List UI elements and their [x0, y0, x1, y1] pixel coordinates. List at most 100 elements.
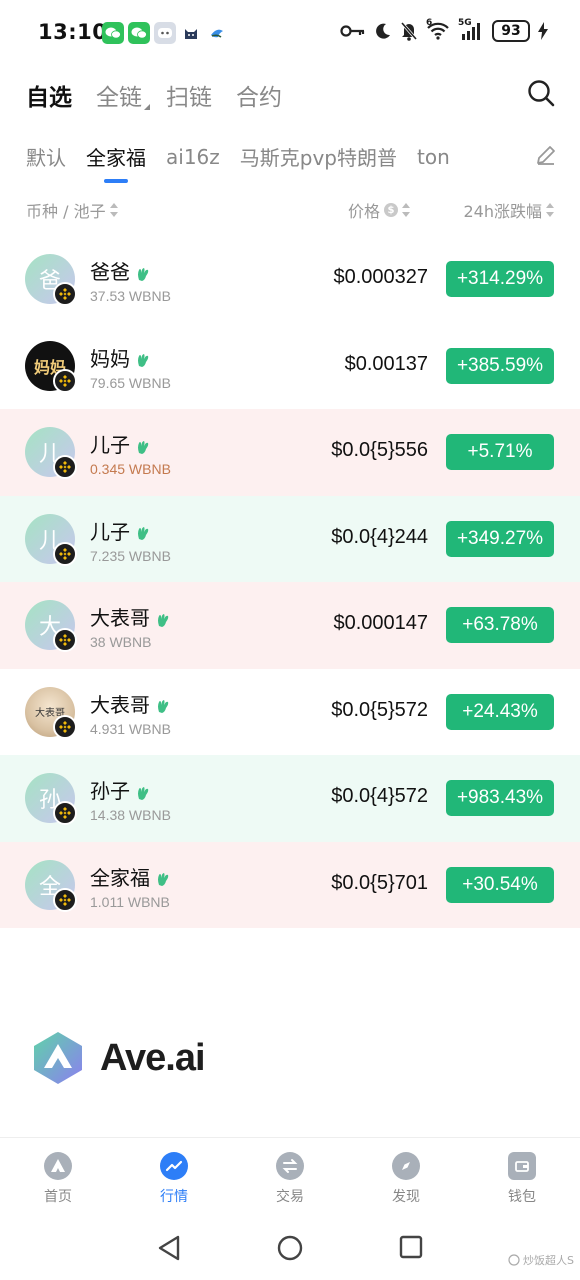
pool-liquidity: 4.931 WBNB [90, 720, 171, 737]
token-row[interactable]: 妈妈 妈妈 79.65 WBNB $0.00137 +385.59% [0, 323, 580, 410]
battery-indicator: 93 [492, 20, 530, 42]
token-name-group: 妈妈 [90, 343, 150, 372]
back-triangle-icon[interactable] [156, 1234, 182, 1266]
change-badge[interactable]: +349.27% [446, 520, 554, 557]
token-name: 全家福 [90, 865, 150, 890]
hand-leaf-icon [156, 695, 170, 713]
change-badge[interactable]: +63.78% [446, 607, 554, 643]
ave-logo-mark-icon [34, 1032, 82, 1084]
token-name: 大表哥 [90, 692, 150, 717]
nav-discover[interactable]: 发现 [348, 1138, 464, 1219]
wechat-icon [102, 22, 124, 44]
watermark-icon [508, 1254, 520, 1266]
pool-liquidity: 38 WBNB [90, 634, 152, 650]
currency-dollar-icon[interactable]: $ [384, 203, 399, 217]
token-name-group: 孙子 [90, 775, 150, 804]
tab-contracts[interactable]: 合约 [236, 78, 282, 112]
hand-leaf-icon [156, 609, 170, 627]
token-name-group: 儿子 [90, 516, 150, 545]
token-price: $0.0{5}556 [331, 439, 428, 461]
subtab-ai16z[interactable]: ai16z [166, 145, 220, 169]
hand-leaf-icon [136, 522, 150, 540]
tab-watchlist[interactable]: 自选 [26, 78, 72, 112]
token-name-group: 全家福 [90, 862, 170, 891]
main-tabs: 自选 全链 扫链 合约 [26, 78, 282, 112]
bnb-chain-icon [53, 282, 77, 306]
token-column-label: 币种 / 池子 [26, 202, 106, 221]
token-row[interactable]: 全全家福 1.011 WBNB $0.0{5}701 +30.54% [0, 841, 580, 928]
token-price: $0.000327 [333, 266, 428, 288]
compass-icon [392, 1152, 420, 1180]
wifi-icon: 6 [426, 18, 450, 40]
change-column-label: 24h涨跌幅 [463, 202, 542, 221]
system-navigation: 炒饭超人S [0, 1220, 580, 1280]
nav-market[interactable]: 行情 [116, 1138, 232, 1219]
network-type: 5G [458, 18, 472, 28]
token-row[interactable]: 爸爸爸 37.53 WBNB $0.000327 +314.29% [0, 236, 580, 323]
logo-text: Ave.ai [100, 1036, 206, 1079]
swap-icon [276, 1152, 304, 1180]
pool-liquidity: 7.235 WBNB [90, 547, 171, 564]
nav-discover-label: 发现 [392, 1189, 420, 1205]
column-header: 币种 / 池子 价格 $ 24h涨跌幅 [26, 198, 554, 224]
token-row[interactable]: 孙孙子 14.38 WBNB $0.0{4}572 +983.43% [0, 755, 580, 842]
tab-all-chains[interactable]: 全链 [96, 78, 150, 112]
token-row[interactable]: 大大表哥 38 WBNB $0.000147 +63.78% [0, 582, 580, 669]
token-name-group: 大表哥 [90, 602, 170, 631]
recents-square-icon[interactable] [398, 1234, 424, 1264]
token-row[interactable]: 大表哥 大表哥 4.931 WBNB $0.0{5}572 +24.43% [0, 669, 580, 756]
hand-leaf-icon [136, 436, 150, 454]
home-circle-icon[interactable] [276, 1234, 304, 1266]
bnb-chain-icon [53, 368, 77, 393]
pool-liquidity: 1.011 WBNB [90, 893, 170, 910]
subtab-default[interactable]: 默认 [26, 142, 66, 171]
token-name: 妈妈 [90, 346, 130, 371]
wifi-badge: 6 [426, 18, 433, 28]
nav-home[interactable]: 首页 [0, 1138, 116, 1219]
change-badge[interactable]: +5.71% [446, 434, 554, 470]
search-icon[interactable] [526, 78, 556, 108]
ave-logo: Ave.ai [30, 1030, 206, 1086]
nav-trade[interactable]: 交易 [232, 1138, 348, 1219]
key-icon [340, 24, 366, 38]
sort-icon [402, 203, 411, 217]
change-badge[interactable]: +24.43% [446, 693, 554, 730]
token-name: 儿子 [90, 433, 130, 457]
change-badge[interactable]: +30.54% [446, 866, 554, 903]
hand-leaf-icon [136, 349, 150, 367]
nav-wallet[interactable]: 钱包 [464, 1138, 580, 1219]
subtab-family[interactable]: 全家福 [86, 142, 146, 183]
token-row[interactable]: 儿儿子 7.235 WBNB $0.0{4}244 +349.27% [0, 495, 580, 582]
sort-change-header[interactable]: 24h涨跌幅 [463, 198, 554, 222]
bnb-chain-icon [53, 455, 77, 479]
token-price: $0.0{5}701 [331, 871, 428, 894]
token-price: $0.0{5}572 [331, 698, 428, 721]
token-list: 爸爸爸 37.53 WBNB $0.000327 +314.29% 妈妈 妈妈 79.65 … [0, 236, 580, 928]
tab-scan-chain[interactable]: 扫链 [166, 78, 212, 112]
bnb-chain-icon [53, 541, 77, 566]
sort-icon [109, 203, 118, 217]
change-badge[interactable]: +385.59% [446, 347, 554, 384]
subtab-musk-pvp-trump[interactable]: 马斯克pvp特朗普 [240, 142, 397, 171]
nav-wallet-label: 钱包 [508, 1189, 536, 1205]
sort-token-header[interactable]: 币种 / 池子 [26, 198, 118, 222]
pool-liquidity: 79.65 WBNB [90, 374, 171, 391]
pool-liquidity: 0.345 WBNB [90, 461, 171, 477]
bnb-chain-icon [53, 628, 77, 652]
change-badge[interactable]: +314.29% [446, 261, 554, 297]
token-name-group: 爸爸 [90, 256, 150, 285]
token-name: 孙子 [90, 779, 130, 803]
token-name: 儿子 [90, 519, 130, 544]
tab-all-chains-label: 全链 [96, 85, 142, 111]
sort-price-header[interactable]: 价格 $ [348, 198, 411, 222]
token-row[interactable]: 儿儿子 0.345 WBNB $0.0{5}556 +5.71% [0, 409, 580, 496]
hand-leaf-icon [156, 868, 170, 886]
change-badge[interactable]: +983.43% [446, 780, 554, 816]
bnb-chain-icon [53, 801, 77, 825]
edit-pencil-icon[interactable] [534, 143, 558, 167]
subtab-ton[interactable]: ton [417, 145, 450, 169]
notification-icons [102, 22, 228, 44]
token-price: $0.0{4}244 [331, 525, 428, 548]
token-price: $0.00137 [344, 352, 428, 375]
moon-icon [374, 22, 392, 40]
